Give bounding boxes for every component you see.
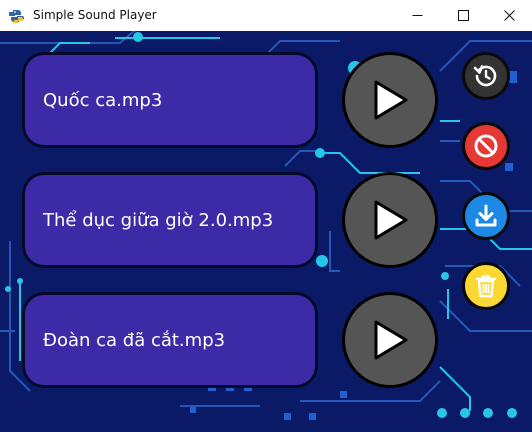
replay-button[interactable]	[462, 52, 510, 100]
maximize-icon	[457, 10, 469, 21]
trash-icon	[475, 275, 497, 298]
delete-button[interactable]	[462, 262, 510, 310]
app-snake-icon	[8, 8, 25, 24]
play-button[interactable]	[342, 52, 438, 148]
stop-icon	[474, 134, 498, 158]
window-title: Simple Sound Player	[33, 8, 157, 22]
play-icon	[374, 200, 408, 240]
track-name: Quốc ca.mp3	[43, 89, 163, 111]
play-button[interactable]	[342, 172, 438, 268]
replay-icon	[473, 65, 497, 87]
track-item[interactable]: Quốc ca.mp3	[22, 52, 318, 148]
play-icon	[374, 80, 408, 120]
player-canvas: Quốc ca.mp3 Thể dục giữa giờ 2.0.mp3 Đoà…	[0, 31, 532, 432]
download-icon	[475, 204, 497, 227]
app-window: Simple Sound Player Quốc ca.mp3 Thể dục …	[0, 0, 532, 432]
track-name: Đoàn ca đã cắt.mp3	[43, 329, 226, 351]
play-button[interactable]	[342, 292, 438, 388]
close-icon	[503, 10, 515, 21]
track-item[interactable]: Đoàn ca đã cắt.mp3	[22, 292, 318, 388]
play-icon	[374, 320, 408, 360]
minimize-icon	[412, 15, 422, 16]
track-name: Thể dục giữa giờ 2.0.mp3	[43, 209, 274, 231]
stop-button[interactable]	[462, 122, 510, 170]
download-button[interactable]	[462, 192, 510, 240]
title-bar[interactable]: Simple Sound Player	[0, 0, 532, 32]
track-item[interactable]: Thể dục giữa giờ 2.0.mp3	[22, 172, 318, 268]
maximize-button[interactable]	[440, 0, 486, 31]
close-button[interactable]	[486, 0, 532, 31]
minimize-button[interactable]	[394, 0, 440, 31]
